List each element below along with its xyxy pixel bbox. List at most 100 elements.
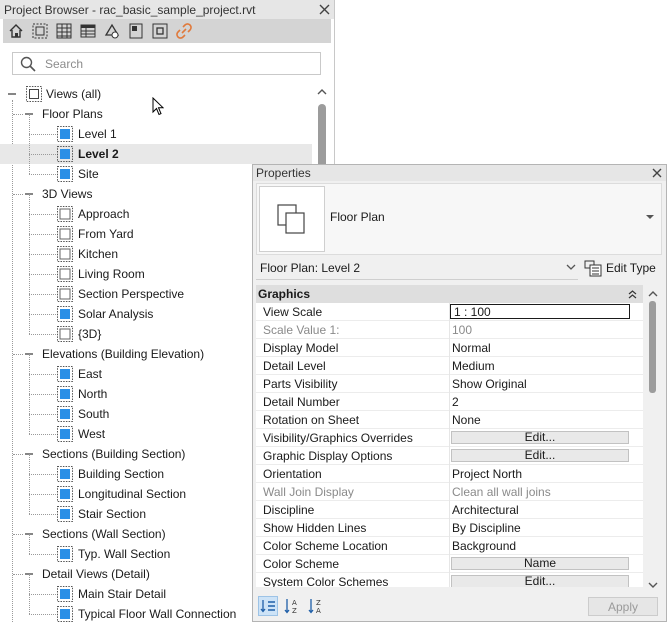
- sort-ascending-icon[interactable]: AZ: [282, 596, 302, 616]
- close-icon[interactable]: [318, 3, 331, 16]
- sheets-icon[interactable]: [127, 22, 145, 40]
- tree-connector: [29, 534, 30, 554]
- apply-button[interactable]: Apply: [588, 597, 658, 616]
- tree-connector: [29, 394, 30, 414]
- property-name: Display Model: [263, 341, 339, 355]
- property-value[interactable]: Background: [452, 539, 516, 553]
- categorize-icon[interactable]: [258, 596, 278, 616]
- tree-item-label: Sections (Wall Section): [42, 527, 166, 541]
- tree-connector: [29, 574, 30, 594]
- tree-item-label: Kitchen: [78, 247, 119, 261]
- tree-item-label: From Yard: [78, 227, 134, 241]
- view-scale-input[interactable]: 1 : 100: [450, 304, 630, 319]
- property-value[interactable]: None: [452, 413, 481, 427]
- property-name: Wall Join Display: [263, 485, 354, 499]
- search-box[interactable]: [12, 52, 321, 75]
- plan-view-icon: [57, 486, 73, 502]
- 3d-view-icon: [57, 286, 73, 302]
- search-icon: [20, 56, 36, 72]
- tree-connector: [29, 294, 30, 314]
- sort-descending-icon[interactable]: ZA: [306, 596, 326, 616]
- plan-view-icon: [57, 466, 73, 482]
- search-input[interactable]: [45, 55, 315, 72]
- properties-title: Properties: [256, 166, 311, 180]
- property-name: Rotation on Sheet: [263, 413, 360, 427]
- scroll-down-icon[interactable]: [647, 581, 659, 589]
- tree-connector: [13, 534, 23, 535]
- property-edit-button[interactable]: Edit...: [451, 449, 629, 462]
- property-name: View Scale: [263, 305, 323, 319]
- tree-connector: [29, 554, 56, 555]
- edit-type-button[interactable]: Edit Type: [584, 258, 660, 278]
- tree-connector: [29, 314, 56, 315]
- property-name: Visibility/Graphics Overrides: [263, 431, 413, 445]
- 3d-view-icon: [57, 246, 73, 262]
- property-value[interactable]: 2: [452, 395, 459, 409]
- property-edit-button[interactable]: Name: [451, 557, 629, 570]
- tree-item-label: Views (all): [46, 87, 102, 101]
- tree-view-item[interactable]: Level 2: [0, 134, 312, 164]
- property-value[interactable]: Show Original: [452, 377, 527, 391]
- tree-view-item[interactable]: Level 1: [0, 114, 312, 144]
- scrollbar-thumb[interactable]: [649, 301, 656, 393]
- property-value[interactable]: Project North: [452, 467, 522, 481]
- scroll-up-icon[interactable]: [647, 290, 659, 298]
- property-name: Color Scheme: [263, 557, 340, 571]
- tree-connector: [13, 194, 23, 195]
- properties-grid: Graphics View Scale 1 : 100 Scale Value 1:…: [256, 285, 643, 587]
- tree-item-label: North: [78, 387, 108, 401]
- properties-footer: AZ ZA Apply: [253, 593, 666, 621]
- svg-text:Z: Z: [292, 607, 297, 615]
- property-edit-button[interactable]: Edit...: [451, 431, 629, 444]
- scroll-up-icon[interactable]: [316, 87, 328, 96]
- schedules-icon[interactable]: [55, 22, 73, 40]
- tree-connector: [29, 214, 30, 234]
- property-value[interactable]: By Discipline: [452, 521, 521, 535]
- tree-item-label: Main Stair Detail: [78, 587, 167, 601]
- property-name: Color Scheme Location: [263, 539, 388, 553]
- property-value[interactable]: Architectural: [452, 503, 519, 517]
- tree-item-label: Stair Section: [78, 507, 147, 521]
- property-edit-button[interactable]: Edit...: [451, 575, 629, 587]
- property-name: Parts Visibility: [263, 377, 338, 391]
- property-value: 1 : 100: [454, 305, 491, 319]
- revit-links-icon[interactable]: [175, 22, 193, 40]
- plan-view-icon: [57, 306, 73, 322]
- property-value[interactable]: Medium: [452, 359, 495, 373]
- tree-connector: [13, 354, 23, 355]
- close-icon[interactable]: [651, 167, 663, 179]
- collapse-group-icon[interactable]: [628, 290, 637, 299]
- legends-icon[interactable]: [103, 22, 121, 40]
- tree-item-label: 3D Views: [42, 187, 93, 201]
- svg-text:A: A: [316, 607, 321, 615]
- column-divider[interactable]: [449, 303, 450, 587]
- properties-panel: Properties Floor Plan Floor Plan: Level …: [252, 164, 667, 622]
- type-selector[interactable]: Floor Plan: [256, 183, 662, 255]
- home-view-icon[interactable]: [7, 22, 25, 40]
- views-filter-icon[interactable]: [31, 22, 49, 40]
- tree-connector: [29, 514, 56, 515]
- instance-filter-dropdown[interactable]: Floor Plan: Level 2: [256, 257, 578, 280]
- instance-filter-label: Floor Plan: Level 2: [260, 261, 361, 275]
- plan-view-icon: [57, 126, 73, 142]
- tree-connector: [29, 234, 56, 235]
- property-name: Detail Number: [263, 395, 340, 409]
- chevron-down-icon[interactable]: [645, 214, 655, 220]
- tree-connector: [29, 374, 30, 394]
- tree-item-label: Detail Views (Detail): [42, 567, 150, 581]
- tree-item-label: Solar Analysis: [78, 307, 154, 321]
- tree-connector: [29, 234, 30, 254]
- families-icon[interactable]: [151, 22, 169, 40]
- tree-item-label: Typical Floor Wall Connection: [78, 607, 237, 621]
- property-value[interactable]: Normal: [452, 341, 491, 355]
- tree-item-label: Longitudinal Section: [78, 487, 187, 501]
- plan-view-icon: [57, 366, 73, 382]
- tree-item-label: South: [78, 407, 110, 421]
- group-header-graphics[interactable]: Graphics: [256, 285, 643, 303]
- chevron-down-icon[interactable]: [566, 264, 576, 271]
- property-name: Graphic Display Options: [263, 449, 393, 463]
- table-icon[interactable]: [79, 22, 97, 40]
- tree-item-label: Typ. Wall Section: [78, 547, 171, 561]
- tree-connector: [13, 574, 23, 575]
- collapse-icon[interactable]: [6, 88, 18, 100]
